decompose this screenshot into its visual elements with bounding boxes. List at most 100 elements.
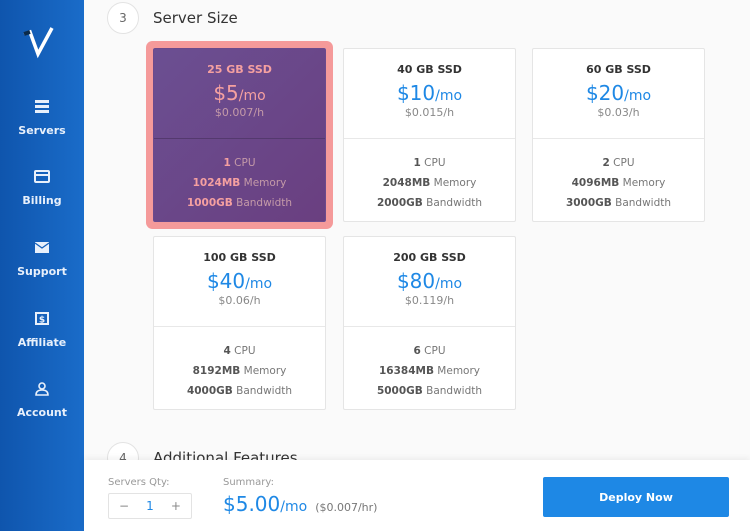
plan-card[interactable]: 25 GB SSD $5/mo $0.007/h 1 CPU 1024MB Me… — [153, 48, 326, 222]
price-period: /mo — [435, 276, 463, 292]
plan-card[interactable]: 200 GB SSD $80/mo $0.119/h 6 CPU 16384MB… — [343, 236, 516, 410]
memory-value: 1024MB — [192, 177, 241, 189]
plan-price: $40/mo — [154, 269, 325, 293]
plan-memory: 2048MB Memory — [344, 173, 515, 193]
summary-period: /mo — [280, 499, 308, 515]
plan-hourly: $0.007/h — [214, 106, 265, 119]
plan-storage: 100 GB SSD — [203, 251, 276, 264]
plan-bandwidth: 2000GB Bandwidth — [344, 193, 515, 213]
plan-bandwidth: 1000GB Bandwidth — [154, 193, 325, 213]
logo-icon[interactable] — [22, 26, 60, 60]
cpu-label: CPU — [230, 157, 256, 169]
memory-value: 4096MB — [571, 177, 620, 189]
plan-cpu: 1 CPU — [344, 153, 515, 173]
cpu-label: CPU — [230, 345, 256, 357]
cpu-value: 2 — [602, 157, 610, 169]
decrement-button[interactable]: − — [119, 499, 129, 513]
price-amount: $5 — [213, 81, 239, 105]
credit-card-icon — [34, 170, 50, 183]
plan-memory: 4096MB Memory — [533, 173, 704, 193]
plan-hourly: $0.03/h — [597, 106, 640, 119]
plan-price: $20/mo — [533, 81, 704, 105]
plan-memory: 1024MB Memory — [154, 173, 325, 193]
plan-header: 40 GB SSD $10/mo $0.015/h — [344, 49, 515, 139]
bandwidth-value: 1000GB — [186, 197, 233, 209]
sidebar-item-account[interactable]: Account — [0, 378, 84, 419]
memory-label: Memory — [430, 177, 477, 189]
memory-label: Memory — [240, 365, 287, 377]
plan-specs: 1 CPU 2048MB Memory 2000GB Bandwidth — [344, 139, 515, 213]
deploy-now-button[interactable]: Deploy Now — [543, 477, 729, 517]
bandwidth-value: 3000GB — [565, 197, 612, 209]
sidebar-item-affiliate[interactable]: $ Affiliate — [0, 308, 84, 349]
sidebar-item-label: Support — [17, 265, 67, 278]
plan-bandwidth: 4000GB Bandwidth — [154, 381, 325, 401]
price-amount: $40 — [206, 269, 246, 293]
order-footer: Servers Qty: − 1 + Summary: $5.00/mo ($0.… — [84, 460, 750, 531]
plan-price: $80/mo — [344, 269, 515, 293]
plan-card[interactable]: 60 GB SSD $20/mo $0.03/h 2 CPU 4096MB Me… — [532, 48, 705, 222]
increment-button[interactable]: + — [171, 499, 181, 513]
plan-memory: 16384MB Memory — [344, 361, 515, 381]
plan-bandwidth: 5000GB Bandwidth — [344, 381, 515, 401]
cpu-value: 6 — [413, 345, 421, 357]
sidebar-item-billing[interactable]: Billing — [0, 166, 84, 207]
bandwidth-value: 2000GB — [376, 197, 423, 209]
bandwidth-value: 5000GB — [376, 385, 423, 397]
plan-cpu: 2 CPU — [533, 153, 704, 173]
plan-header: 100 GB SSD $40/mo $0.06/h — [154, 237, 325, 327]
memory-label: Memory — [433, 365, 481, 377]
price-amount: $80 — [396, 269, 436, 293]
plan-header: 25 GB SSD $5/mo $0.007/h — [154, 49, 325, 139]
bandwidth-value: 4000GB — [186, 385, 233, 397]
plan-memory: 8192MB Memory — [154, 361, 325, 381]
plan-card[interactable]: 40 GB SSD $10/mo $0.015/h 1 CPU 2048MB M… — [343, 48, 516, 222]
price-period: /mo — [238, 88, 266, 104]
plan-price: $10/mo — [344, 81, 515, 105]
plan-specs: 2 CPU 4096MB Memory 3000GB Bandwidth — [533, 139, 704, 213]
quantity-value[interactable]: 1 — [146, 499, 154, 513]
sidebar-item-servers[interactable]: Servers — [0, 96, 84, 137]
bandwidth-label: Bandwidth — [611, 197, 672, 209]
sidebar-item-label: Billing — [22, 194, 62, 207]
plan-storage: 200 GB SSD — [393, 251, 466, 264]
dollar-icon: $ — [35, 312, 49, 326]
summary-hourly: ($0.007/hr) — [315, 501, 378, 514]
sidebar-item-label: Servers — [18, 124, 66, 137]
bandwidth-label: Bandwidth — [422, 385, 483, 397]
memory-value: 2048MB — [382, 177, 431, 189]
plan-cpu: 6 CPU — [344, 341, 515, 361]
plan-specs: 6 CPU 16384MB Memory 5000GB Bandwidth — [344, 327, 515, 401]
sidebar-item-support[interactable]: Support — [0, 237, 84, 278]
summary-label: Summary: — [223, 477, 274, 488]
price-period: /mo — [624, 88, 652, 104]
plan-hourly: $0.06/h — [218, 294, 261, 307]
plan-hourly: $0.119/h — [404, 294, 455, 307]
cpu-label: CPU — [420, 345, 446, 357]
quantity-stepper[interactable]: − 1 + — [108, 493, 192, 519]
plan-storage: 25 GB SSD — [207, 63, 272, 76]
memory-value: 16384MB — [378, 365, 434, 377]
bandwidth-label: Bandwidth — [232, 385, 293, 397]
sidebar: Servers Billing Support $ Affiliate Acco… — [0, 0, 84, 531]
plan-specs: 4 CPU 8192MB Memory 4000GB Bandwidth — [154, 327, 325, 401]
plan-specs: 1 CPU 1024MB Memory 1000GB Bandwidth — [154, 139, 325, 213]
user-icon — [35, 382, 49, 396]
summary-amount: $5.00 — [223, 492, 281, 516]
memory-value: 8192MB — [192, 365, 241, 377]
plan-header: 60 GB SSD $20/mo $0.03/h — [533, 49, 704, 139]
cpu-label: CPU — [420, 157, 446, 169]
price-period: /mo — [435, 88, 463, 104]
price-amount: $10 — [396, 81, 436, 105]
plan-storage: 40 GB SSD — [397, 63, 462, 76]
servers-icon — [35, 100, 49, 113]
cpu-value: 1 — [223, 157, 231, 169]
cpu-value: 1 — [413, 157, 421, 169]
cpu-label: CPU — [609, 157, 635, 169]
plan-storage: 60 GB SSD — [586, 63, 651, 76]
qty-label: Servers Qty: — [108, 477, 170, 488]
memory-label: Memory — [619, 177, 666, 189]
step-number: 3 — [107, 2, 139, 34]
plan-card[interactable]: 100 GB SSD $40/mo $0.06/h 4 CPU 8192MB M… — [153, 236, 326, 410]
summary-price: $5.00/mo ($0.007/hr) — [223, 492, 377, 516]
